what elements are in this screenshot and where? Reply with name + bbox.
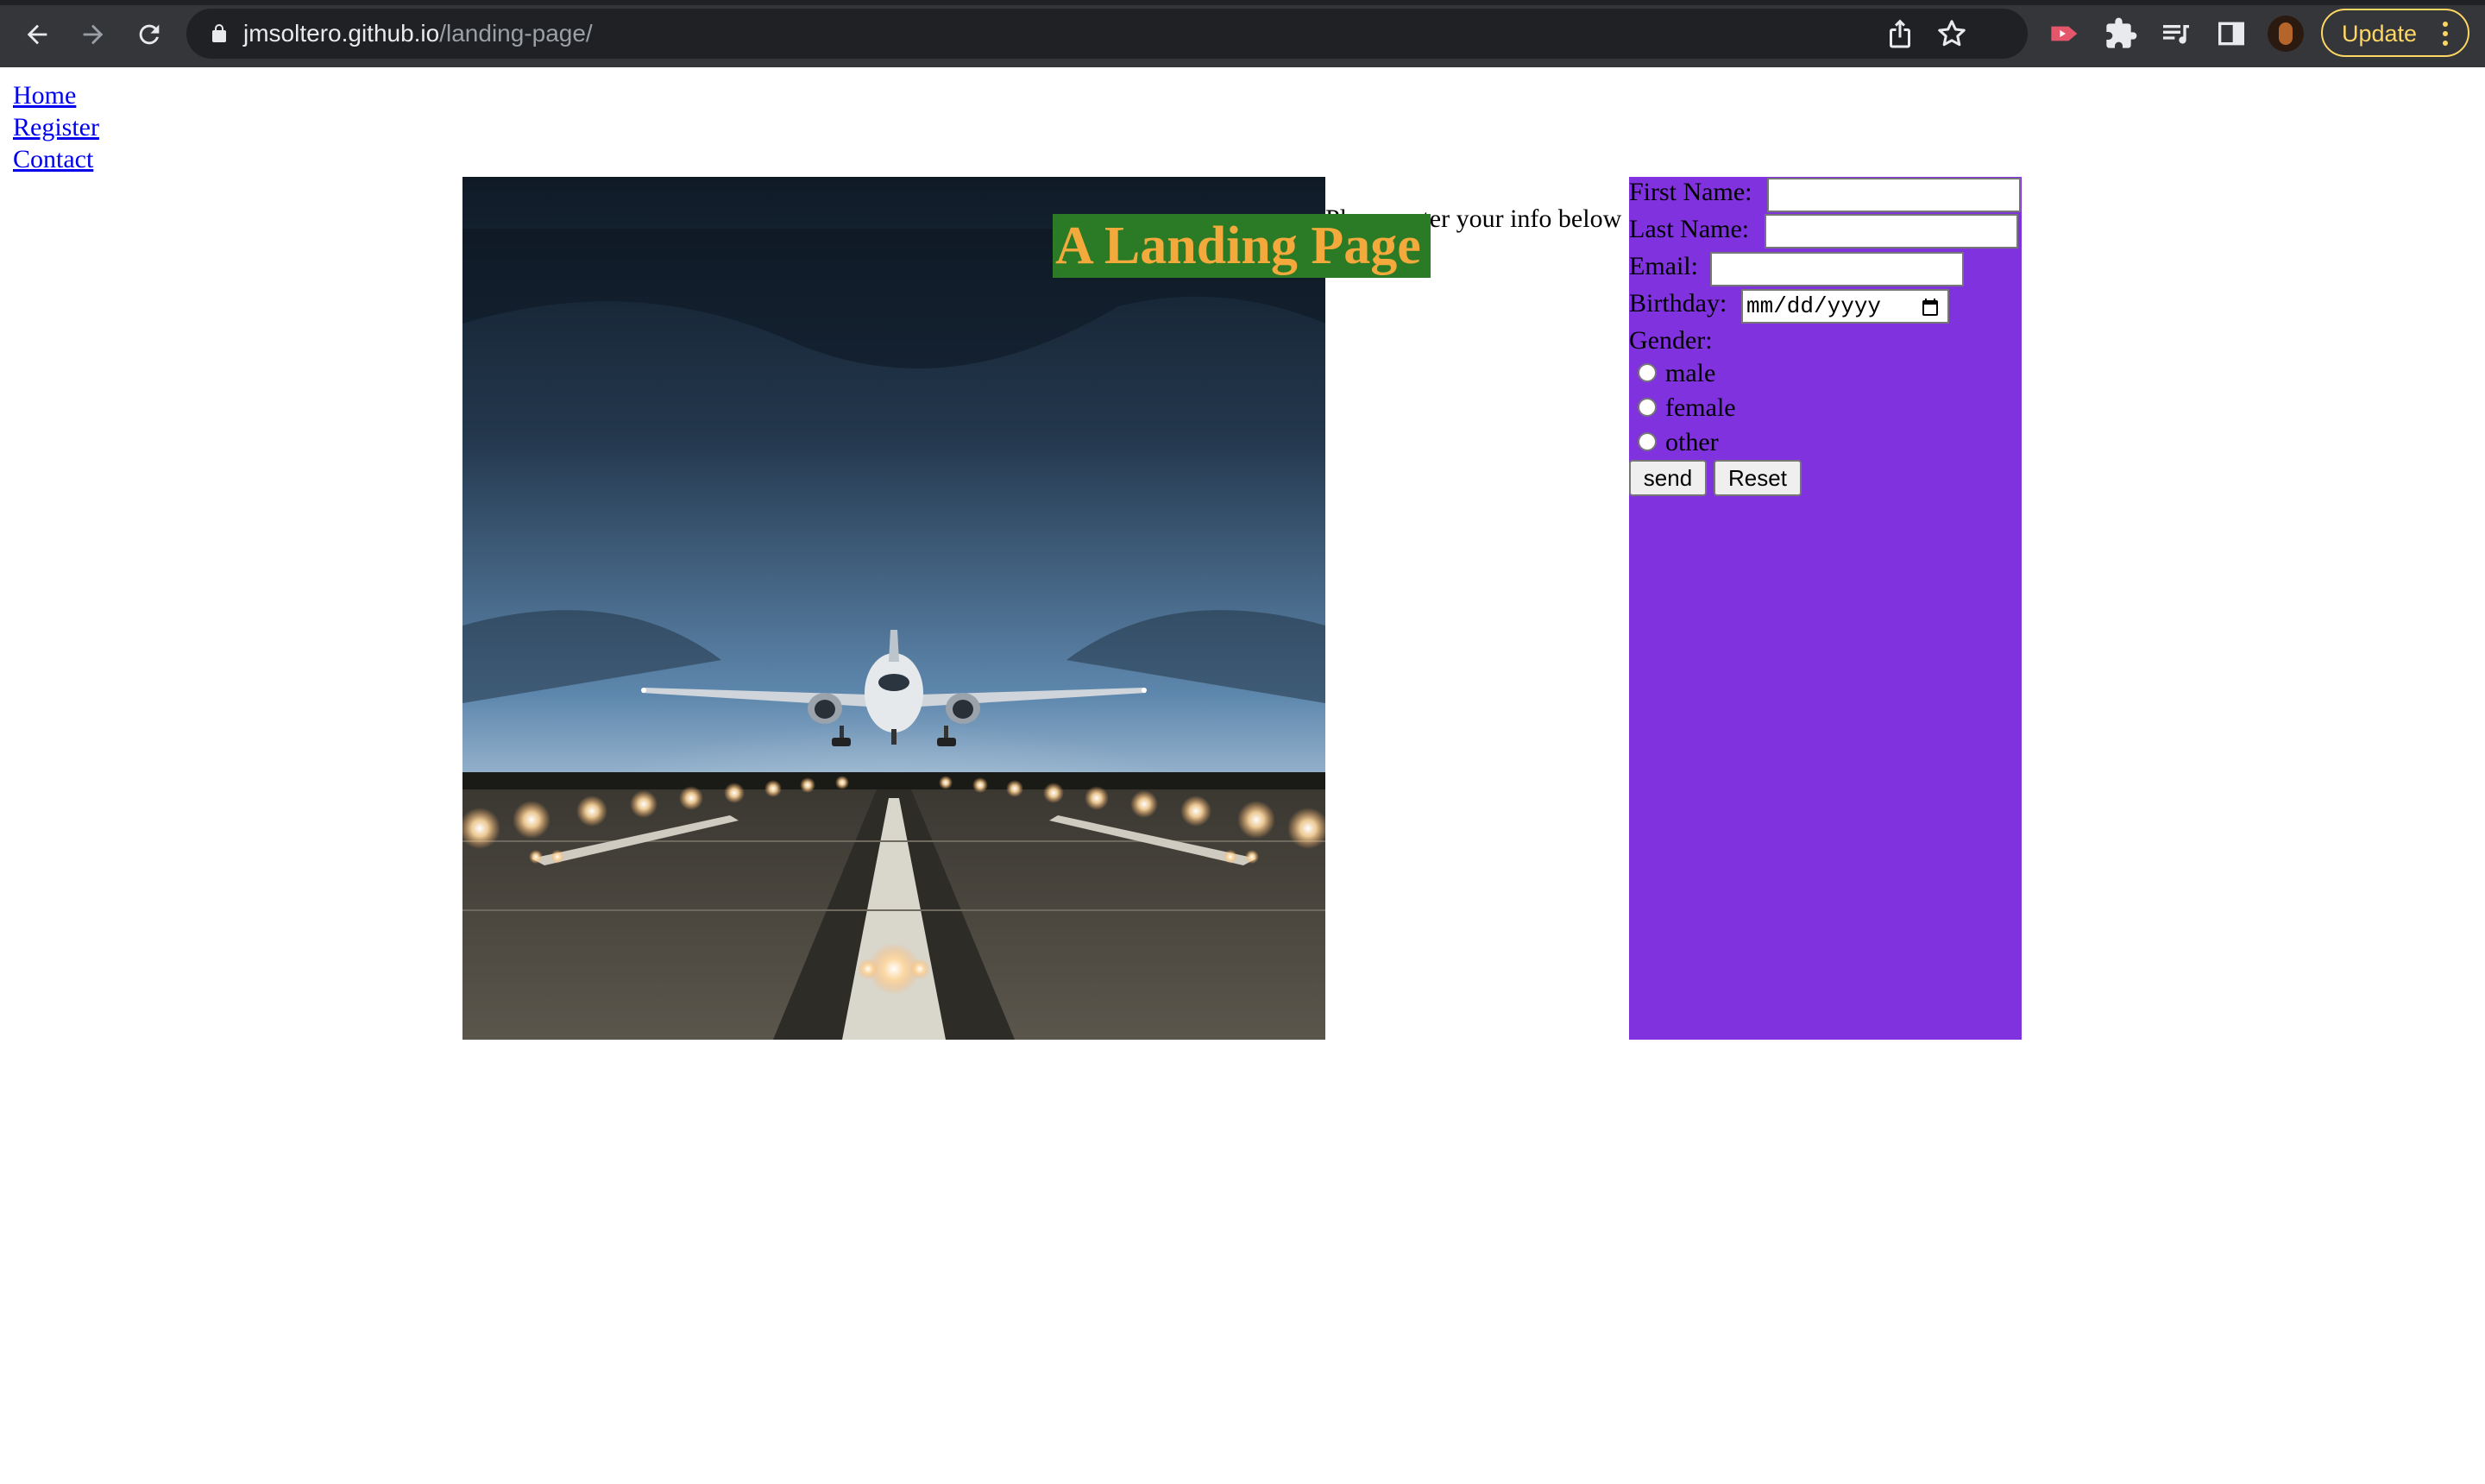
reload-button[interactable]: [127, 12, 172, 57]
side-panel-button[interactable]: [2214, 16, 2249, 51]
nav-link-register[interactable]: Register: [13, 111, 99, 143]
gender-option-male: male: [1665, 359, 1716, 387]
tab-strip-edge: [0, 0, 2485, 5]
last-name-field[interactable]: [1765, 214, 2018, 248]
calendar-icon[interactable]: [1920, 297, 1941, 318]
more-vert-icon[interactable]: [2442, 21, 2449, 47]
url-text[interactable]: jmsoltero.github.io/landing-page/: [243, 17, 593, 50]
avatar-face: [2279, 22, 2293, 45]
first-name-field[interactable]: [1767, 178, 2021, 212]
update-label: Update: [2342, 21, 2418, 47]
email-field[interactable]: [1710, 252, 1964, 286]
browser-toolbar: jmsoltero.github.io/landing-page/ Update: [0, 0, 2485, 67]
send-button[interactable]: send: [1629, 460, 1707, 496]
forward-arrow-icon: [83, 24, 104, 45]
share-icon: [1890, 19, 1910, 48]
birthday-placeholder: mm/dd/yyyy: [1746, 293, 1882, 319]
gender-option-female: female: [1665, 393, 1736, 422]
bookmark-button[interactable]: [1936, 18, 1967, 49]
forward-button[interactable]: [71, 12, 116, 57]
side-panel-icon: [2218, 22, 2244, 46]
reload-icon: [139, 24, 160, 45]
nav-links: Home Register Contact: [13, 79, 99, 175]
reset-button[interactable]: Reset: [1714, 460, 1802, 496]
extension-red-icon: [2051, 26, 2078, 41]
url-path: /landing-page/: [439, 20, 593, 47]
back-button[interactable]: [15, 12, 60, 57]
bookmark-star-icon: [1938, 20, 1966, 47]
address-bar[interactable]: jmsoltero.github.io/landing-page/: [186, 9, 2028, 59]
extension-red-button[interactable]: [2048, 16, 2083, 51]
gender-radio-male[interactable]: [1638, 363, 1657, 382]
gender-radio-other[interactable]: [1638, 432, 1657, 451]
airplane-runway-illustration: [462, 177, 1325, 1040]
puzzle-extensions-icon: [2106, 17, 2137, 48]
lock-icon: [212, 24, 226, 42]
nav-link-contact[interactable]: Contact: [13, 143, 99, 175]
update-button[interactable]: Update: [2321, 9, 2469, 57]
birthday-label: Birthday:: [1629, 289, 1727, 318]
gender-radio-female[interactable]: [1638, 398, 1657, 417]
hero-airplane-image: [462, 177, 1325, 1040]
reading-list-icon: [2163, 25, 2189, 44]
back-arrow-icon: [27, 24, 47, 45]
registration-form: First Name: Last Name: Email: Birthday: …: [1629, 177, 2022, 1040]
nav-link-home[interactable]: Home: [13, 79, 99, 111]
reading-list-button[interactable]: [2159, 16, 2193, 51]
headline-banner: A Landing Page: [1053, 214, 1431, 278]
share-button[interactable]: [1884, 18, 1916, 49]
url-host: jmsoltero.github.io: [243, 20, 440, 47]
last-name-label: Last Name:: [1629, 215, 1750, 243]
first-name-label: First Name:: [1629, 178, 1752, 206]
birthday-date-input[interactable]: mm/dd/yyyy: [1741, 289, 1949, 324]
page-title: A Landing Page: [1055, 217, 1421, 275]
profile-avatar[interactable]: [2268, 16, 2304, 52]
extensions-button[interactable]: [2104, 16, 2138, 51]
gender-option-other: other: [1665, 428, 1719, 456]
email-label: Email:: [1629, 252, 1698, 280]
gender-label: Gender:: [1629, 326, 1713, 355]
